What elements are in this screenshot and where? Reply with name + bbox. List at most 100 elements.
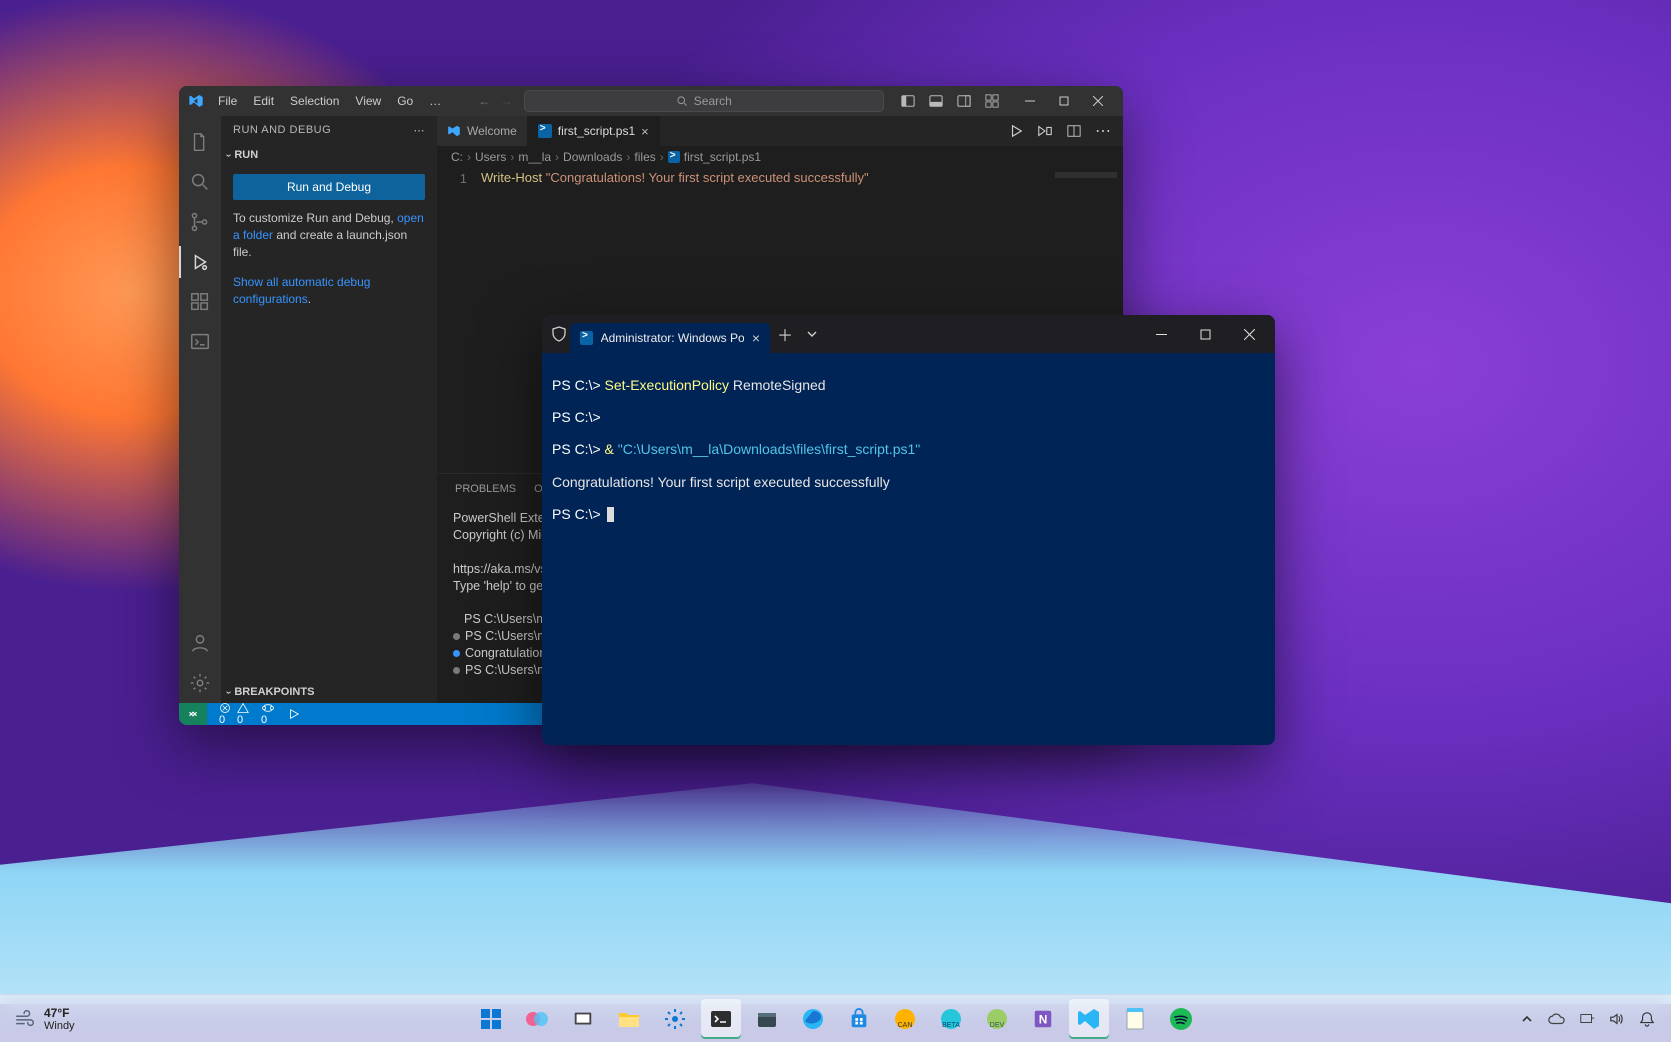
- layout-customize-icon[interactable]: [985, 94, 999, 108]
- app-edge-canary-icon[interactable]: CAN: [885, 999, 925, 1039]
- sidebar-more-icon[interactable]: ⋯: [414, 124, 426, 137]
- layout-sidebar-left-icon[interactable]: [901, 94, 915, 108]
- cursor: [607, 507, 614, 522]
- vscode-titlebar[interactable]: File Edit Selection View Go … ← → Search: [179, 86, 1123, 116]
- menu-more[interactable]: …: [422, 90, 448, 112]
- layout-panel-icon[interactable]: [929, 94, 943, 108]
- menu-go[interactable]: Go: [390, 90, 420, 112]
- activity-terminal-icon[interactable]: [179, 322, 221, 362]
- app-edge-beta-icon[interactable]: BETA: [931, 999, 971, 1039]
- panel-tab-problems[interactable]: PROBLEMS: [455, 483, 516, 495]
- app-settings-icon[interactable]: [655, 999, 695, 1039]
- app-copilot-icon[interactable]: [517, 999, 557, 1039]
- maximize-button[interactable]: [1047, 86, 1081, 116]
- activity-settings-icon[interactable]: [179, 663, 221, 703]
- minimap[interactable]: [1055, 172, 1117, 178]
- tray-chevron-icon[interactable]: [1521, 1013, 1533, 1025]
- nav-forward-icon[interactable]: →: [500, 94, 512, 108]
- nav-back-icon[interactable]: ←: [478, 94, 490, 108]
- start-button[interactable]: [471, 999, 511, 1039]
- breadcrumb[interactable]: m__la: [518, 150, 551, 164]
- activity-scm-icon[interactable]: [179, 202, 221, 242]
- run-debug-sidebar: RUN AND DEBUG ⋯ › RUN Run and Debug To c…: [221, 116, 437, 703]
- menu-selection[interactable]: Selection: [283, 90, 346, 112]
- tray-onedrive-icon[interactable]: [1547, 1012, 1565, 1026]
- minimize-button[interactable]: [1139, 315, 1183, 353]
- wind-icon: [14, 1008, 36, 1030]
- activity-explorer-icon[interactable]: [179, 122, 221, 162]
- tray-volume-icon[interactable]: [1609, 1012, 1625, 1026]
- app-terminal-icon[interactable]: [701, 999, 741, 1039]
- app-vscode-icon[interactable]: [1069, 999, 1109, 1039]
- app-onenote-icon[interactable]: N: [1023, 999, 1063, 1039]
- status-ports[interactable]: 0: [261, 702, 275, 725]
- maximize-button[interactable]: [1183, 315, 1227, 353]
- tab-dropdown-icon[interactable]: [800, 329, 824, 339]
- app-taskview-icon[interactable]: [563, 999, 603, 1039]
- editor-more-icon[interactable]: ⋯: [1095, 121, 1111, 141]
- remote-indicator-icon[interactable]: [179, 703, 207, 725]
- vscode-menu: File Edit Selection View Go …: [211, 90, 448, 112]
- tray-network-icon[interactable]: [1579, 1012, 1595, 1026]
- app-store-icon[interactable]: [839, 999, 879, 1039]
- tray-notifications-icon[interactable]: [1639, 1011, 1655, 1027]
- breadcrumb[interactable]: first_script.ps1: [684, 150, 761, 164]
- status-warnings[interactable]: 0: [237, 702, 249, 725]
- activity-bar: [179, 116, 221, 703]
- minimize-button[interactable]: [1013, 86, 1047, 116]
- activity-account-icon[interactable]: [179, 623, 221, 663]
- breakpoints-section-header[interactable]: › BREAKPOINTS: [221, 681, 437, 703]
- show-all-configs-link[interactable]: Show all automatic debug configurations: [233, 275, 370, 306]
- menu-view[interactable]: View: [348, 90, 388, 112]
- code-token-string: "Congratulations! Your first script exec…: [546, 170, 869, 185]
- status-debug-icon[interactable]: [287, 708, 301, 720]
- menu-edit[interactable]: Edit: [246, 90, 281, 112]
- command-center[interactable]: Search: [524, 90, 884, 112]
- close-button[interactable]: [1081, 86, 1115, 116]
- tab-first-script[interactable]: first_script.ps1 ×: [528, 116, 660, 146]
- status-errors[interactable]: 0: [219, 702, 231, 725]
- split-editor-icon[interactable]: [1067, 124, 1081, 138]
- breadcrumbs[interactable]: C:› Users› m__la› Downloads› files› firs…: [437, 146, 1123, 168]
- term-output: Congratulations! Your first script execu…: [552, 474, 890, 490]
- editor-tabs: Welcome first_script.ps1 × ⋯: [437, 116, 1123, 146]
- app-spotify-icon[interactable]: [1161, 999, 1201, 1039]
- app-edge-icon[interactable]: [793, 999, 833, 1039]
- activity-search-icon[interactable]: [179, 162, 221, 202]
- system-tray: [1521, 1011, 1671, 1027]
- activity-extensions-icon[interactable]: [179, 282, 221, 322]
- activity-run-debug-icon[interactable]: [179, 242, 221, 282]
- dot-icon: [453, 650, 460, 657]
- app-edge-dev-icon[interactable]: DEV: [977, 999, 1017, 1039]
- breadcrumb[interactable]: Users: [475, 150, 506, 164]
- terminal-body[interactable]: PS C:\> Set-ExecutionPolicy RemoteSigned…: [542, 353, 1275, 745]
- sidebar-title: RUN AND DEBUG: [233, 124, 331, 136]
- run-section-header[interactable]: › RUN: [221, 144, 437, 166]
- app-notepad-icon[interactable]: [1115, 999, 1155, 1039]
- run-and-debug-button[interactable]: Run and Debug: [233, 174, 425, 200]
- tab-close-icon[interactable]: ×: [752, 330, 760, 346]
- breadcrumb[interactable]: C:: [451, 150, 463, 164]
- app-explorer-icon[interactable]: [609, 999, 649, 1039]
- vscode-logo-icon: [187, 92, 205, 110]
- run-icon[interactable]: [1009, 124, 1023, 138]
- app-winget-icon[interactable]: [747, 999, 787, 1039]
- close-button[interactable]: [1227, 315, 1271, 353]
- tab-welcome[interactable]: Welcome: [437, 116, 528, 146]
- powershell-file-icon: [538, 124, 552, 138]
- tab-welcome-label: Welcome: [467, 124, 517, 138]
- terminal-tab[interactable]: Administrator: Windows Powe ×: [570, 323, 770, 353]
- new-tab-button[interactable]: ＋: [770, 315, 800, 353]
- powershell-icon: [580, 331, 593, 345]
- terminal-titlebar[interactable]: Administrator: Windows Powe × ＋: [542, 315, 1275, 353]
- taskbar: 47°F Windy CAN BETA DEV N: [0, 994, 1671, 1042]
- terminal-window: Administrator: Windows Powe × ＋ PS C:\> …: [542, 315, 1275, 745]
- layout-sidebar-right-icon[interactable]: [957, 94, 971, 108]
- weather-widget[interactable]: 47°F Windy: [0, 1006, 75, 1032]
- run-debug-icon[interactable]: [1037, 124, 1053, 138]
- weather-temp: 47°F: [44, 1006, 75, 1020]
- menu-file[interactable]: File: [211, 90, 244, 112]
- breadcrumb[interactable]: Downloads: [563, 150, 622, 164]
- tab-close-icon[interactable]: ×: [641, 124, 649, 139]
- breadcrumb[interactable]: files: [634, 150, 655, 164]
